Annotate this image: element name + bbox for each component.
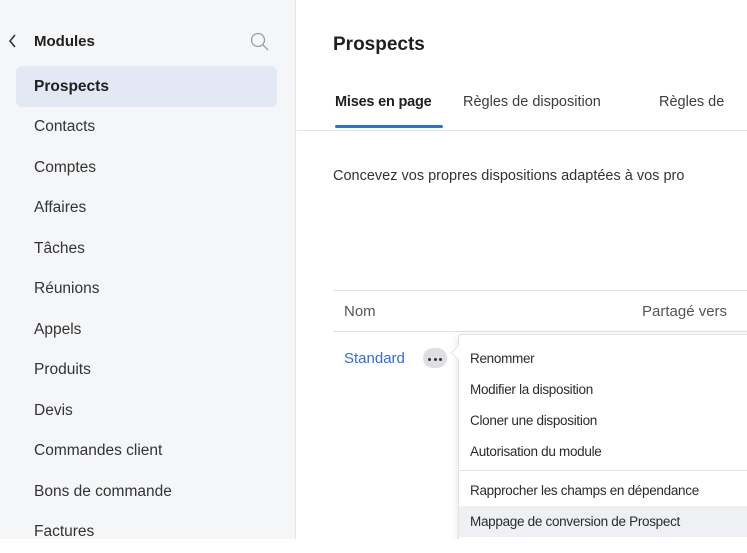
sidebar-item-bons-de-commande[interactable]: Bons de commande bbox=[16, 472, 277, 513]
modules-sidebar: Modules Prospects Contacts Comptes Affai… bbox=[0, 0, 296, 540]
menu-item-mappage-de-conversion[interactable]: Mappage de conversion de Prospect bbox=[459, 506, 747, 537]
sidebar-item-prospects[interactable]: Prospects bbox=[16, 66, 277, 107]
context-menu: Renommer Modifier la disposition Cloner … bbox=[450, 334, 747, 539]
sidebar-header: Modules bbox=[0, 30, 296, 54]
column-header-partage-vers[interactable]: Partagé vers bbox=[642, 303, 727, 320]
page-description: Concevez vos propres dispositions adapté… bbox=[333, 168, 685, 184]
menu-item-autorisation-du-module[interactable]: Autorisation du module bbox=[459, 436, 747, 467]
menu-item-modifier-la-disposition[interactable]: Modifier la disposition bbox=[459, 374, 747, 405]
page-title: Prospects bbox=[333, 34, 425, 55]
more-options-icon[interactable] bbox=[423, 348, 447, 368]
menu-item-cloner-une-disposition[interactable]: Cloner une disposition bbox=[459, 405, 747, 436]
tab-regles-de[interactable]: Règles de bbox=[659, 94, 724, 110]
menu-item-renommer[interactable]: Renommer bbox=[459, 343, 747, 374]
table-header: Nom Partagé vers bbox=[333, 290, 747, 332]
sidebar-item-appels[interactable]: Appels bbox=[16, 310, 277, 351]
sidebar-title: Modules bbox=[34, 33, 95, 50]
sidebar-item-reunions[interactable]: Réunions bbox=[16, 269, 277, 310]
column-header-nom[interactable]: Nom bbox=[344, 303, 376, 320]
layout-name-link[interactable]: Standard bbox=[344, 350, 405, 367]
sidebar-item-factures[interactable]: Factures bbox=[16, 512, 277, 553]
sidebar-item-comptes[interactable]: Comptes bbox=[16, 148, 277, 189]
sidebar-item-produits[interactable]: Produits bbox=[16, 350, 277, 391]
tabs-divider bbox=[297, 130, 747, 131]
sidebar-item-devis[interactable]: Devis bbox=[16, 391, 277, 432]
search-icon[interactable] bbox=[250, 32, 270, 52]
active-tab-indicator bbox=[335, 125, 443, 128]
sidebar-item-commandes-client[interactable]: Commandes client bbox=[16, 431, 277, 472]
main-panel: Prospects Mises en page Règles de dispos… bbox=[297, 0, 747, 539]
sidebar-item-affaires[interactable]: Affaires bbox=[16, 188, 277, 229]
menu-divider bbox=[459, 470, 747, 471]
sidebar-item-contacts[interactable]: Contacts bbox=[16, 107, 277, 148]
sidebar-item-taches[interactable]: Tâches bbox=[16, 229, 277, 270]
tab-regles-de-disposition[interactable]: Règles de disposition bbox=[463, 94, 601, 110]
menu-item-rapprocher-les-champs[interactable]: Rapprocher les champs en dépendance bbox=[459, 475, 747, 506]
chevron-left-icon[interactable] bbox=[8, 34, 18, 48]
tab-mises-en-page[interactable]: Mises en page bbox=[335, 94, 432, 110]
module-list: Prospects Contacts Comptes Affaires Tâch… bbox=[16, 66, 277, 553]
